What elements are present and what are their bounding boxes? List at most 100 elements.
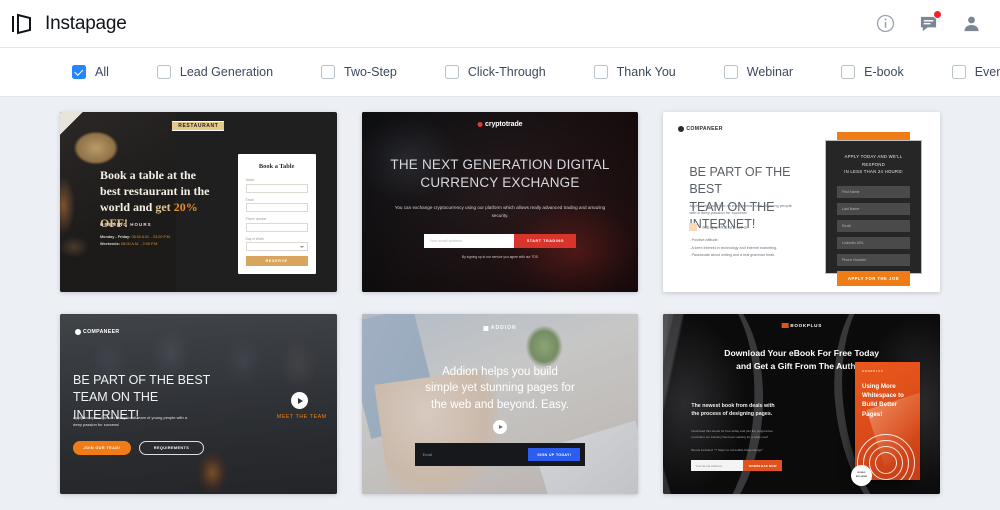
- bookplus-email-input[interactable]: Your Email Address: [691, 460, 744, 471]
- companeer-light-input-email[interactable]: Email: [836, 219, 910, 232]
- companeer-light-apply-button[interactable]: APPLY FOR THE JOB: [836, 270, 910, 286]
- filter-click-through[interactable]: Click-Through: [444, 65, 546, 79]
- crypto-logo: cryptotrade: [477, 121, 523, 128]
- companeer-light-logo-mark-icon: [678, 126, 685, 132]
- addion-logo: ADDION: [483, 325, 516, 331]
- filter-webinar[interactable]: Webinar: [723, 65, 794, 79]
- companeer-dark-requirements-button[interactable]: REQUIREMENTS: [139, 441, 204, 455]
- restaurant-select-day[interactable]: [245, 242, 308, 251]
- play-button-icon[interactable]: [290, 392, 308, 409]
- restaurant-input-email[interactable]: [245, 203, 308, 212]
- checkbox-e-book[interactable]: [841, 65, 856, 79]
- checkbox-thank-you[interactable]: [593, 65, 608, 79]
- template-card-companeer-dark[interactable]: COMPANEER BE PART OF THE BEST TEAM ON TH…: [60, 314, 337, 494]
- checkbox-two-step[interactable]: [321, 65, 336, 79]
- restaurant-hours-list: Monday - Friday: 08:00 A.M. - 23:00 P.M.…: [100, 234, 171, 248]
- restaurant-hours-days-1: Monday - Friday:: [100, 235, 131, 239]
- brand-logo[interactable]: Instapage: [10, 13, 127, 35]
- checkbox-click-through[interactable]: [444, 65, 459, 79]
- bookplus-book-title-line2: Whitespace to: [861, 392, 904, 400]
- bookplus-bonus-badge: BONUS INCLUDED: [850, 465, 872, 486]
- bookplus-badge-line2: INCLUDED: [855, 475, 868, 478]
- checkbox-lead-generation[interactable]: [156, 65, 171, 79]
- restaurant-hours-days-2: Weekends:: [100, 242, 120, 247]
- template-preview-companeer-light: COMPANEER BE PART OF THE BEST TEAM ON TH…: [663, 112, 940, 292]
- filter-e-book[interactable]: E-book: [841, 65, 904, 79]
- bookplus-book-title-line1: Using More: [861, 383, 896, 390]
- addion-headline-line3: the web and beyond. Easy.: [431, 398, 569, 411]
- addion-logo-mark-icon: [483, 325, 489, 331]
- template-card-bookplus[interactable]: BOOKPLUS Download Your eBook For Free To…: [663, 314, 940, 494]
- crypto-email-input[interactable]: Your email address: [423, 234, 515, 248]
- companeer-light-input-last-name[interactable]: Last Name: [836, 202, 910, 215]
- bookplus-subhead: The newest book from deals with the proc…: [691, 402, 789, 418]
- companeer-dark-join-button[interactable]: JOIN OUR TEAM!: [73, 441, 131, 455]
- companeer-light-bullet-2: - A keen interest in technology and inte…: [689, 245, 778, 250]
- restaurant-booking-form: Book a Table Name Email Phone number Day…: [237, 154, 316, 274]
- account-icon[interactable]: [960, 13, 982, 35]
- instapage-logo-icon: [12, 13, 31, 34]
- restaurant-hours-row-1: Monday - Friday: 08:00 A.M. - 23:00 P.M.: [100, 234, 171, 241]
- companeer-light-input-first-name[interactable]: First Name: [836, 185, 910, 198]
- companeer-light-form-title-line1: APPLY TODAY AND WE'LL RESPOND: [844, 154, 903, 167]
- template-card-companeer-light[interactable]: COMPANEER BE PART OF THE BEST TEAM ON TH…: [663, 112, 940, 292]
- restaurant-form-title: Book a Table: [258, 163, 295, 170]
- addion-headline-line2: simple yet stunning pages for: [425, 382, 575, 395]
- messages-icon[interactable]: [917, 9, 942, 35]
- companeer-light-bullet-1: - Positive attitude.: [689, 238, 719, 242]
- restaurant-reserve-button[interactable]: RESERVE: [245, 256, 308, 266]
- template-preview-crypto: cryptotrade THE NEXT GENERATION DIGITAL …: [361, 112, 639, 292]
- companeer-light-input-linkedin[interactable]: LinkedIn URL: [836, 236, 910, 249]
- filter-event[interactable]: Event: [951, 65, 1000, 79]
- template-card-restaurant[interactable]: RESTAURANT Book a table at the best rest…: [60, 112, 337, 292]
- companeer-light-input-phone[interactable]: Phone Number: [836, 253, 910, 266]
- bookplus-logo-text: BOOKPLUS: [790, 323, 822, 328]
- template-card-crypto[interactable]: cryptotrade THE NEXT GENERATION DIGITAL …: [361, 112, 639, 292]
- restaurant-headline-and: and: [133, 200, 156, 215]
- info-icon[interactable]: [874, 13, 896, 35]
- companeer-light-headline-line1: BE PART OF THE BEST: [689, 165, 791, 197]
- template-card-addion[interactable]: ADDION Addion helps you build simple yet…: [361, 314, 639, 494]
- addion-signup-button[interactable]: SIGN UP TODAY!: [528, 448, 581, 461]
- filter-label-event: Event: [974, 65, 1000, 79]
- filter-lead-generation[interactable]: Lead Generation: [156, 65, 273, 79]
- checkbox-all[interactable]: [72, 65, 86, 79]
- requirements-icon: [689, 223, 698, 231]
- companeer-dark-logo-text: COMPANEER: [83, 329, 120, 335]
- filter-thank-you[interactable]: Thank You: [593, 65, 676, 79]
- bookplus-logo-mark-icon: [781, 323, 789, 328]
- filter-all[interactable]: All: [72, 65, 109, 79]
- template-grid: RESTAURANT Book a table at the best rest…: [0, 97, 1000, 494]
- filter-label-all: All: [95, 65, 109, 79]
- header-icon-group: [874, 9, 982, 35]
- restaurant-hours-time-2: 08:00 A.M. - 2:00 P.M.: [121, 242, 159, 247]
- companeer-dark-logo: COMPANEER: [75, 329, 120, 335]
- companeer-dark-video-label: MEET THE TEAM: [276, 414, 327, 420]
- bookplus-headline-line1: Download Your eBook For Free Today: [724, 348, 880, 358]
- bookplus-book-cover: BOOKPLUS Using More Whitespace to Build …: [854, 362, 920, 480]
- bookplus-download-button[interactable]: DOWNLOAD NOW: [743, 460, 783, 471]
- restaurant-logo: RESTAURANT: [172, 121, 225, 131]
- addion-email-input[interactable]: Email: [420, 453, 529, 457]
- template-preview-bookplus: BOOKPLUS Download Your eBook For Free To…: [663, 314, 940, 494]
- crypto-vignette: [361, 112, 639, 292]
- addion-play-button-icon[interactable]: [492, 420, 507, 434]
- restaurant-input-phone[interactable]: [245, 222, 308, 232]
- addion-logo-text: ADDION: [490, 325, 517, 331]
- filter-label-click-through: Click-Through: [467, 65, 546, 79]
- restaurant-input-name[interactable]: [245, 183, 308, 193]
- crypto-start-trading-button[interactable]: START TRADING: [514, 234, 577, 248]
- app-header: Instapage: [0, 0, 1000, 48]
- bookplus-book-title: Using More Whitespace to Build Better Pa…: [862, 382, 914, 419]
- addion-headline: Addion helps you build simple yet stunni…: [384, 364, 617, 413]
- template-preview-restaurant: RESTAURANT Book a table at the best rest…: [60, 112, 337, 292]
- filter-label-webinar: Webinar: [746, 65, 794, 79]
- checkbox-event[interactable]: [951, 65, 966, 79]
- companeer-light-bullet-3: - Passionate about writing and a real gr…: [689, 253, 776, 258]
- companeer-light-paragraph: Apply today and join an exceptional team…: [689, 203, 792, 215]
- checkbox-webinar[interactable]: [723, 65, 738, 79]
- filter-two-step[interactable]: Two-Step: [321, 65, 397, 79]
- companeer-light-bullet-list: - Positive attitude. - A keen interest i…: [689, 237, 809, 260]
- template-preview-companeer-dark: COMPANEER BE PART OF THE BEST TEAM ON TH…: [60, 314, 337, 494]
- bookplus-book-title-line3: Build Better Pages!: [861, 401, 898, 418]
